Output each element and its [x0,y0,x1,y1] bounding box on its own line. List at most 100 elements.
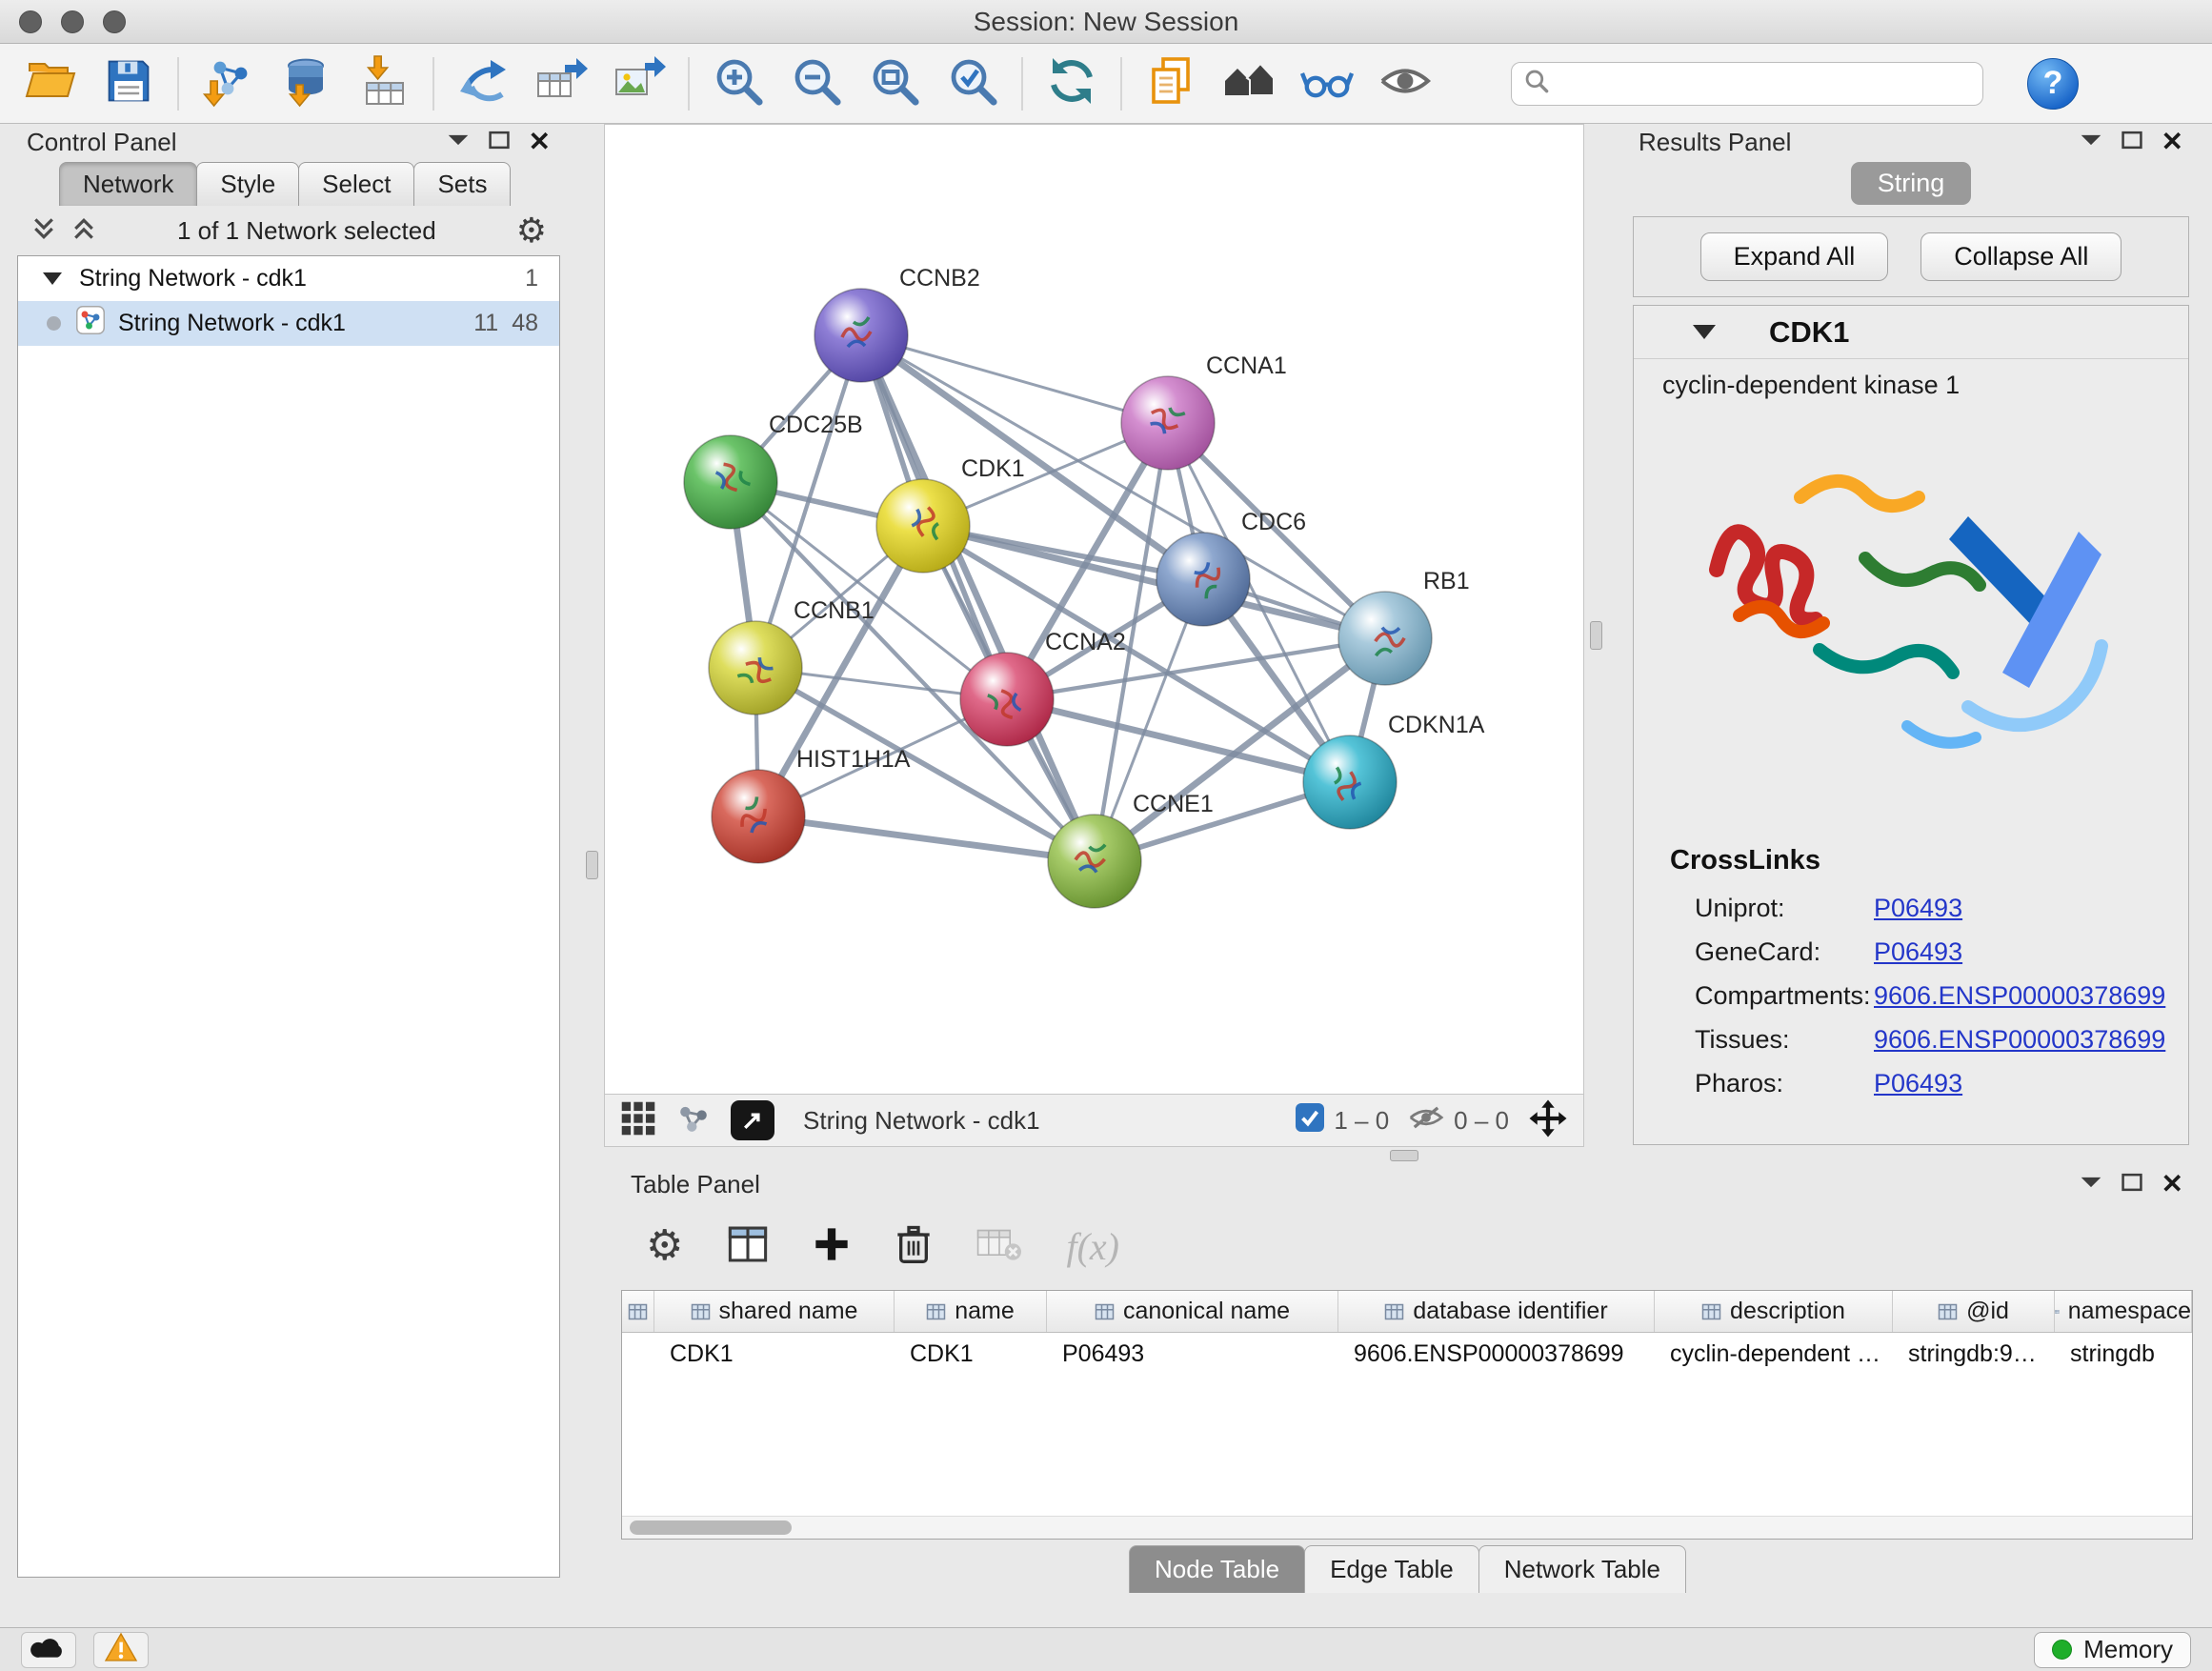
export-network-button[interactable] [453,53,513,114]
collapse-all-chevron-icon[interactable] [70,215,97,247]
column-header-canonical-name[interactable]: canonical name [1047,1291,1338,1332]
add-column-icon[interactable] [813,1225,851,1268]
search-input[interactable] [1559,70,1971,97]
table-settings-gear-icon[interactable]: ⚙ [646,1225,683,1267]
delete-column-trash-icon[interactable] [895,1223,933,1270]
cell-canonical-name[interactable]: P06493 [1047,1333,1338,1375]
cell-database-identifier[interactable]: 9606.ENSP00000378699 [1338,1333,1655,1375]
horizontal-scrollbar[interactable] [622,1516,2192,1539]
network-node-cdc6[interactable] [1156,533,1250,626]
cell-namespace[interactable]: stringdb [2055,1333,2192,1375]
expand-all-button[interactable]: Expand All [1700,232,1889,281]
column-header-id[interactable]: @id [1893,1291,2055,1332]
tab-sets[interactable]: Sets [413,162,511,206]
cell-id[interactable]: stringdb:9… [1893,1333,2055,1375]
network-node-rb1[interactable] [1338,592,1432,685]
window-zoom-button[interactable] [103,10,126,33]
column-header-description[interactable]: description [1655,1291,1893,1332]
network-node-hist1h1a[interactable] [712,770,805,863]
splitter-handle[interactable] [586,851,598,879]
warnings-button[interactable] [93,1632,149,1668]
network-edge[interactable] [861,335,1168,423]
row-gutter-header[interactable] [622,1291,654,1332]
import-network-from-database-button[interactable] [276,53,335,114]
gene-section-header[interactable]: CDK1 [1634,306,2188,359]
gene-disclosure-icon[interactable] [1693,325,1716,339]
network-row[interactable]: String Network - cdk1 11 48 [18,301,559,346]
crosslink-genecard-link[interactable]: P06493 [1874,937,1962,967]
zoom-selected-button[interactable] [943,53,1002,114]
select-columns-icon[interactable] [727,1223,769,1270]
zoom-in-button[interactable] [709,53,768,114]
network-collection-row[interactable]: String Network - cdk1 1 [18,256,559,301]
panel-float-icon[interactable] [2122,1173,2142,1197]
window-close-button[interactable] [19,10,42,33]
zoom-out-button[interactable] [787,53,846,114]
cell-name[interactable]: CDK1 [895,1333,1047,1375]
panel-float-icon[interactable] [2122,131,2142,154]
tab-network[interactable]: Network [59,162,197,206]
panel-close-icon[interactable]: ✕ [529,129,551,155]
help-button[interactable]: ? [2027,58,2079,110]
pan-move-icon[interactable] [1528,1098,1568,1143]
network-edge[interactable] [758,816,1095,861]
network-node-cdk1[interactable] [876,479,970,573]
expand-all-chevron-icon[interactable] [30,215,57,247]
network-node-ccne1[interactable] [1048,815,1141,908]
export-image-button[interactable] [610,53,669,114]
panel-close-icon[interactable]: ✕ [2162,1171,2183,1198]
network-edge[interactable] [861,335,1095,861]
zoom-fit-button[interactable] [865,53,924,114]
save-session-button[interactable] [99,53,158,114]
panel-menu-icon[interactable] [2080,1175,2102,1195]
panel-float-icon[interactable] [489,131,510,154]
column-header-namespace[interactable]: namespace [2055,1291,2192,1332]
scrollbar-thumb[interactable] [630,1520,792,1535]
panel-close-icon[interactable]: ✕ [2162,129,2183,155]
open-session-button[interactable] [21,53,80,114]
copy-document-button[interactable] [1141,53,1200,114]
splitter-handle[interactable] [1590,621,1602,650]
cell-description[interactable]: cyclin-dependent … [1655,1333,1893,1375]
network-node-cdkn1a[interactable] [1303,735,1397,829]
network-share-icon[interactable] [675,1100,712,1141]
graphics-details-button[interactable] [1297,53,1357,114]
network-view-canvas[interactable]: CCNB2CCNA1CDC25BCDK1CDC6RB1CCNB1CCNA2CDK… [604,124,1584,1095]
collapse-all-button[interactable]: Collapse All [1920,232,2122,281]
tab-style[interactable]: Style [196,162,299,206]
collection-disclosure-icon[interactable] [43,272,62,285]
network-node-ccnb1[interactable] [709,621,802,715]
network-node-cdc25b[interactable] [684,435,777,529]
crosslink-compartments-link[interactable]: 9606.ENSP00000378699 [1874,981,2165,1011]
network-node-ccna1[interactable] [1121,376,1215,470]
network-node-ccna2[interactable] [960,653,1054,746]
network-options-gear-icon[interactable]: ⚙ [516,213,547,248]
window-minimize-button[interactable] [61,10,84,33]
column-header-name[interactable]: name [895,1291,1047,1332]
column-header-shared-name[interactable]: shared name [654,1291,895,1332]
import-network-from-file-button[interactable] [198,53,257,114]
tab-edge-table[interactable]: Edge Table [1304,1545,1479,1593]
splitter-handle[interactable] [1390,1150,1418,1161]
tab-network-table[interactable]: Network Table [1478,1545,1686,1593]
show-hide-eye-button[interactable] [1376,53,1435,114]
tab-select[interactable]: Select [298,162,414,206]
home-network-button[interactable] [1219,53,1278,114]
crosslink-uniprot-link[interactable]: P06493 [1874,894,1962,923]
cell-shared-name[interactable]: CDK1 [654,1333,895,1375]
panel-menu-icon[interactable] [2080,132,2102,152]
export-table-button[interactable] [532,53,591,114]
memory-button[interactable]: Memory [2034,1632,2191,1668]
import-table-from-file-button[interactable] [354,53,413,114]
network-node-ccnb2[interactable] [814,289,908,382]
tab-node-table[interactable]: Node Table [1129,1545,1305,1593]
open-in-new-window-button[interactable] [731,1100,774,1140]
refresh-view-button[interactable] [1042,53,1101,114]
table-row[interactable]: CDK1 CDK1 P06493 9606.ENSP00000378699 cy… [622,1333,2192,1375]
cloud-status-button[interactable] [21,1632,76,1668]
network-graph[interactable]: CCNB2CCNA1CDC25BCDK1CDC6RB1CCNB1CCNA2CDK… [605,125,1583,1094]
crosslink-tissues-link[interactable]: 9606.ENSP00000378699 [1874,1025,2165,1055]
panel-menu-icon[interactable] [447,132,470,152]
crosslink-pharos-link[interactable]: P06493 [1874,1069,1962,1098]
column-header-database-identifier[interactable]: database identifier [1338,1291,1655,1332]
